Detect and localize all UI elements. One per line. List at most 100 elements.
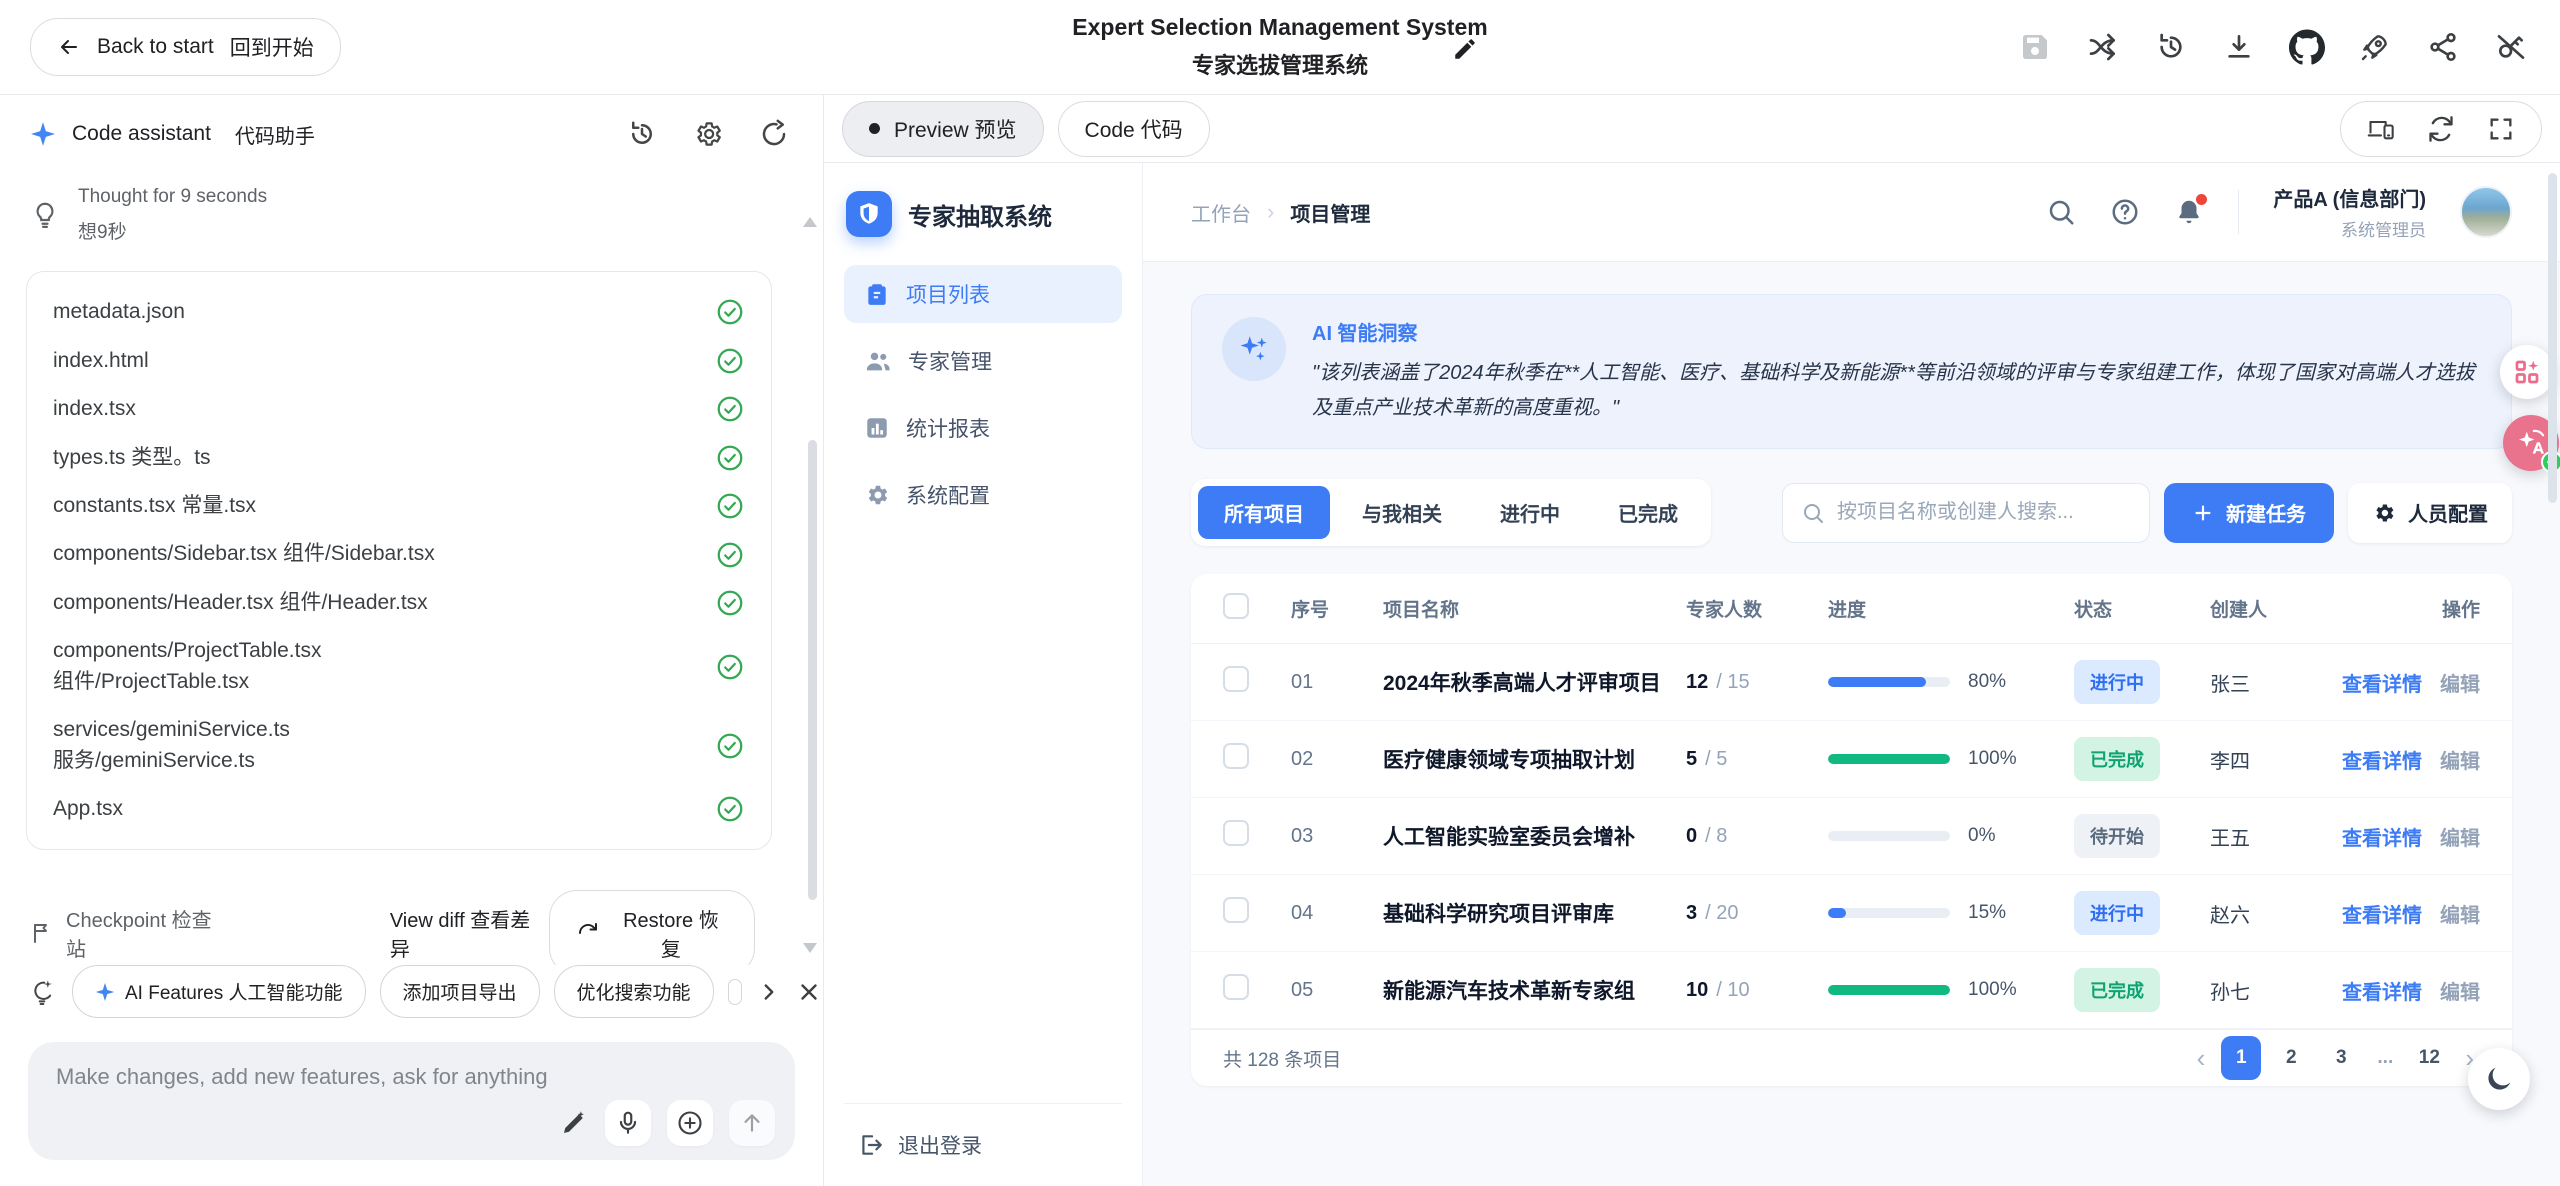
edit-prompt-icon[interactable] <box>559 1108 589 1138</box>
regenerate-suggestions-icon[interactable] <box>28 978 56 1006</box>
view-details-link[interactable]: 查看详情 <box>2342 982 2422 1004</box>
prev-page-icon[interactable]: ‹ <box>2191 1043 2212 1074</box>
row-checkbox[interactable] <box>1223 743 1249 769</box>
refresh-icon[interactable] <box>759 119 789 149</box>
edit-link[interactable]: 编辑 <box>2440 905 2480 927</box>
filter-tab-completed[interactable]: 已完成 <box>1592 486 1704 539</box>
page-button-2[interactable]: 2 <box>2271 1036 2311 1080</box>
page-button-1[interactable]: 1 <box>2221 1036 2261 1080</box>
assistant-scrollbar[interactable] <box>808 440 817 900</box>
mic-icon[interactable] <box>605 1100 651 1146</box>
edit-title-icon[interactable] <box>1452 36 1478 62</box>
suggestion-chip[interactable]: 添加项目导出 <box>380 965 540 1018</box>
file-list-item[interactable]: components/Sidebar.tsx 组件/Sidebar.tsx <box>53 530 745 578</box>
dark-mode-toggle[interactable] <box>2468 1048 2530 1110</box>
sidebar-item-system-config[interactable]: 系统配置 <box>844 466 1122 524</box>
search-icon[interactable] <box>2046 197 2076 227</box>
suggestion-chip-partial[interactable] <box>728 979 742 1005</box>
edit-link[interactable]: 编辑 <box>2440 674 2480 696</box>
sidebar-item-expert-management[interactable]: 专家管理 <box>844 332 1122 390</box>
view-details-link[interactable]: 查看详情 <box>2342 905 2422 927</box>
new-task-button[interactable]: 新建任务 <box>2164 483 2334 543</box>
row-checkbox[interactable] <box>1223 820 1249 846</box>
chips-close-icon[interactable] <box>796 979 822 1005</box>
logout-button[interactable]: 退出登录 <box>844 1103 1122 1166</box>
edit-link[interactable]: 编辑 <box>2440 982 2480 1004</box>
file-name: types.ts 类型。ts <box>53 443 715 473</box>
scrollbar-down-arrow[interactable] <box>803 943 817 953</box>
row-checkbox[interactable] <box>1223 897 1249 923</box>
personnel-config-label: 人员配置 <box>2408 498 2488 527</box>
breadcrumb-root[interactable]: 工作台 <box>1191 198 1251 227</box>
save-icon[interactable] <box>2016 28 2054 66</box>
row-checkbox[interactable] <box>1223 666 1249 692</box>
settings-gear-icon[interactable] <box>693 119 723 149</box>
key-off-icon[interactable] <box>2492 28 2530 66</box>
tab-preview[interactable]: Preview 预览 <box>842 101 1044 157</box>
send-icon[interactable] <box>729 1100 775 1146</box>
add-attachment-icon[interactable] <box>667 1100 713 1146</box>
preview-scrollbar[interactable] <box>2548 173 2557 503</box>
avatar[interactable] <box>2460 186 2512 238</box>
sidebar-item-label: 统计报表 <box>906 413 990 443</box>
filter-tab-in-progress[interactable]: 进行中 <box>1474 486 1586 539</box>
thought-summary[interactable]: Thought for 9 seconds 想9秒 <box>0 157 823 261</box>
col-index: 序号 <box>1291 595 1383 622</box>
ai-sparkles-icon <box>1222 317 1286 381</box>
user-info[interactable]: 产品A (信息部门) 系统管理员 <box>2273 183 2426 241</box>
chips-scroll-right-icon[interactable] <box>756 979 782 1005</box>
check-circle-icon <box>715 297 745 327</box>
restore-button[interactable]: Restore 恢复 <box>549 890 755 965</box>
progress-fill <box>1828 908 1846 918</box>
file-name: metadata.json <box>53 297 715 327</box>
project-table: 序号 项目名称 专家人数 进度 状态 创建人 操作 01 2024年秋季高端人才… <box>1191 574 2512 1086</box>
file-list-item[interactable]: constants.tsx 常量.tsx <box>53 482 745 530</box>
tab-code[interactable]: Code 代码 <box>1058 101 1210 157</box>
view-diff-link[interactable]: View diff 查看差异 <box>390 904 549 962</box>
github-icon[interactable] <box>2288 28 2326 66</box>
edit-link[interactable]: 编辑 <box>2440 828 2480 850</box>
filter-tab-mine[interactable]: 与我相关 <box>1336 486 1468 539</box>
expert-count: 5 <box>1686 748 1697 770</box>
filter-tab-all[interactable]: 所有项目 <box>1198 486 1330 539</box>
sidebar-item-project-list[interactable]: 项目列表 <box>844 265 1122 323</box>
reload-preview-icon[interactable] <box>2427 115 2455 143</box>
share-icon[interactable] <box>2424 28 2462 66</box>
fork-icon[interactable] <box>2084 28 2122 66</box>
select-all-checkbox[interactable] <box>1223 593 1249 619</box>
edit-link[interactable]: 编辑 <box>2440 751 2480 773</box>
sidebar-item-statistics[interactable]: 统计报表 <box>844 399 1122 457</box>
deploy-rocket-icon[interactable] <box>2356 28 2394 66</box>
download-icon[interactable] <box>2220 28 2258 66</box>
app-title: Expert Selection Management System 专家选拔管… <box>1072 14 1487 80</box>
suggestion-chip[interactable]: AI Features 人工智能功能 <box>72 965 366 1018</box>
file-list-item[interactable]: components/ProjectTable.tsx 组件/ProjectTa… <box>53 627 745 706</box>
chat-history-icon[interactable] <box>627 119 657 149</box>
file-name: constants.tsx 常量.tsx <box>53 491 715 521</box>
file-list-item[interactable]: metadata.json <box>53 288 745 336</box>
history-icon[interactable] <box>2152 28 2190 66</box>
view-details-link[interactable]: 查看详情 <box>2342 674 2422 696</box>
expert-count: 10 <box>1686 979 1708 1001</box>
notifications-bell-icon[interactable] <box>2174 197 2204 227</box>
project-search-input[interactable] <box>1837 501 2131 524</box>
file-list-item[interactable]: components/Header.tsx 组件/Header.tsx <box>53 579 745 627</box>
file-list-item[interactable]: App.tsx <box>53 785 745 833</box>
row-checkbox[interactable] <box>1223 974 1249 1000</box>
page-button-12[interactable]: 12 <box>2409 1036 2449 1080</box>
view-details-link[interactable]: 查看详情 <box>2342 751 2422 773</box>
file-list-item[interactable]: types.ts 类型。ts <box>53 434 745 482</box>
view-details-link[interactable]: 查看详情 <box>2342 828 2422 850</box>
back-to-start-button[interactable]: Back to start 回到开始 <box>30 18 341 76</box>
personnel-config-button[interactable]: 人员配置 <box>2348 483 2512 543</box>
file-list-item[interactable]: index.html <box>53 337 745 385</box>
fullscreen-icon[interactable] <box>2487 115 2515 143</box>
help-icon[interactable] <box>2110 197 2140 227</box>
scrollbar-up-arrow[interactable] <box>803 217 817 227</box>
suggestion-chip[interactable]: 优化搜索功能 <box>554 965 714 1018</box>
file-list-item[interactable]: index.tsx <box>53 385 745 433</box>
devices-icon[interactable] <box>2367 115 2395 143</box>
page-button-3[interactable]: 3 <box>2321 1036 2361 1080</box>
extension-apps-button[interactable] <box>2500 345 2554 399</box>
file-list-item[interactable]: services/geminiService.ts 服务/geminiServi… <box>53 706 745 785</box>
